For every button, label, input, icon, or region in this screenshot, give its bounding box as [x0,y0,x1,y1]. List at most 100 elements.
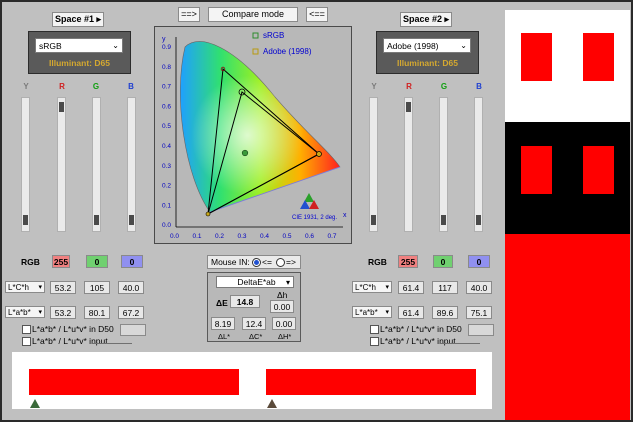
x-tick-label: 0.6 [305,233,314,240]
space1-lch-c[interactable]: 105 [84,281,110,294]
space2-input-label: L*a*b* / L*u*v* input [380,336,456,346]
space1-lab-a[interactable]: 80.1 [84,306,110,319]
space2-lch-h[interactable]: 40.0 [466,281,492,294]
space1-rgb-label: RGB [21,257,40,267]
mouse-in-right-radio[interactable] [276,258,285,267]
space2-slider-g[interactable] [439,97,448,232]
space2-g-value[interactable]: 0 [433,255,453,268]
slider-thumb[interactable] [371,215,376,225]
space1-slider-y[interactable] [21,97,30,232]
y-tick-label: 0.4 [162,143,171,150]
compare-mode-button[interactable]: Compare mode [208,7,298,22]
x-tick-label: 0.3 [238,233,247,240]
space1-profile-value: sRGB [39,41,62,51]
legend-adobe: Adobe (1998) [263,47,312,56]
chevron-right-icon: ▸ [444,14,450,24]
space1-lab-b[interactable]: 67.2 [118,306,144,319]
metric-select[interactable]: DeltaE*ab ▾ [216,276,294,288]
slider-thumb[interactable] [59,102,64,112]
space2-profile-panel: Adobe (1998) ⌄ Illuminant: D65 [376,31,479,74]
white-region [180,41,340,213]
preview-full [505,234,630,420]
x-tick-label: 0.0 [170,233,179,240]
space2-extra-field[interactable] [468,324,494,336]
mouse-in-label: Mouse IN: [211,257,250,267]
legend-srgb-swatch [252,32,259,39]
chevron-down-icon: ▾ [38,309,42,316]
space2-slider-b[interactable] [474,97,483,232]
space2-slider-y[interactable] [369,97,378,232]
space2-channel-y-label: Y [371,82,377,91]
space2-input-checkbox[interactable] [370,337,379,346]
space1-b-value[interactable]: 0 [121,255,143,268]
chart-caption: CIE 1931, 2 deg. [292,215,337,221]
delta-hh-label: ΔH* [278,332,292,341]
space2-profile-value: Adobe (1998) [387,41,439,51]
space2-lab-dropdown[interactable]: L*a*b* ▾ [352,306,392,318]
chevron-right-icon: ▸ [96,14,102,24]
x-axis-label: x [343,212,347,219]
delta-e-label: ΔE [216,298,228,308]
space2-slider-r[interactable] [404,97,413,232]
chromaticity-chart[interactable]: sRGB Adobe (1998) CIE 1931, 2 deg. y x 0… [154,26,352,244]
delta-c-label: ΔC* [249,332,263,341]
space1-lab-dropdown[interactable]: L*a*b* ▾ [5,306,45,318]
space2-r-value[interactable]: 255 [398,255,418,268]
chevron-down-icon: ▾ [285,278,290,287]
space2-lab-b[interactable]: 75.1 [466,306,492,319]
space1-d50-checkbox[interactable] [22,325,31,334]
space1-lch-dropdown[interactable]: L*C*h ▾ [5,281,45,293]
space1-d50-label: L*a*b* / L*u*v* in D50 [32,324,114,334]
y-tick-label: 0.1 [162,202,171,209]
y-tick-label: 0.6 [162,103,171,110]
chevron-down-icon: ▾ [385,284,389,291]
space1-lch-h[interactable]: 40.0 [118,281,144,294]
preview-patch-right [583,146,614,194]
space1-extra-field[interactable] [120,324,146,336]
space1-slider-r[interactable] [57,97,66,232]
copy-left-button[interactable]: <== [306,7,328,22]
space1-input-checkbox[interactable] [22,337,31,346]
slider-thumb[interactable] [23,215,28,225]
space2-profile-select[interactable]: Adobe (1998) ⌄ [383,38,471,53]
space1-g-value[interactable]: 0 [86,255,108,268]
space2-lch-c[interactable]: 117 [432,281,458,294]
preview-patch-left [521,146,552,194]
delta-e-value: 14.8 [230,295,260,308]
slider-thumb[interactable] [441,215,446,225]
space2-b-value[interactable]: 0 [468,255,490,268]
space2-lch-l[interactable]: 61.4 [398,281,424,294]
space1-profile-select[interactable]: sRGB ⌄ [35,38,123,53]
mouse-in-left-label: <= [262,257,272,267]
slider-thumb[interactable] [129,215,134,225]
space1-slider-b[interactable] [127,97,136,232]
space1-warning-icon [30,399,40,408]
delta-hh-value: 0.00 [272,317,296,330]
space1-lch-l[interactable]: 53.2 [50,281,76,294]
y-tick-label: 0.9 [162,44,171,51]
mouse-in-left-radio[interactable] [252,258,261,267]
x-tick-label: 0.1 [193,233,202,240]
copy-right-button[interactable]: ==> [178,7,200,22]
space2-lab-a[interactable]: 89.6 [432,306,458,319]
space1-lab-label: L*a*b* [8,308,31,317]
preview-patch-left [521,33,552,81]
space1-button[interactable]: Space #1 ▸ [52,12,104,27]
slider-thumb[interactable] [406,102,411,112]
delta-panel: DeltaE*ab ▾ ΔE 14.8 Δh 0.00 8.19 12.4 0.0… [207,272,301,342]
y-tick-label: 0.8 [162,64,171,71]
slider-thumb[interactable] [94,215,99,225]
space2-lch-dropdown[interactable]: L*C*h ▾ [352,281,392,293]
space2-d50-checkbox[interactable] [370,325,379,334]
space1-lab-l[interactable]: 53.2 [50,306,76,319]
space1-button-label: Space #1 [54,14,94,24]
space2-button[interactable]: Space #2 ▸ [400,12,452,27]
slider-thumb[interactable] [476,215,481,225]
x-tick-label: 0.2 [215,233,224,240]
y-tick-label: 0.7 [162,84,171,91]
space1-slider-g[interactable] [92,97,101,232]
space2-lab-l[interactable]: 61.4 [398,306,424,319]
space1-r-value[interactable]: 255 [52,255,70,268]
blue-primary-marker [205,211,211,217]
preview-patch-right [583,33,614,81]
